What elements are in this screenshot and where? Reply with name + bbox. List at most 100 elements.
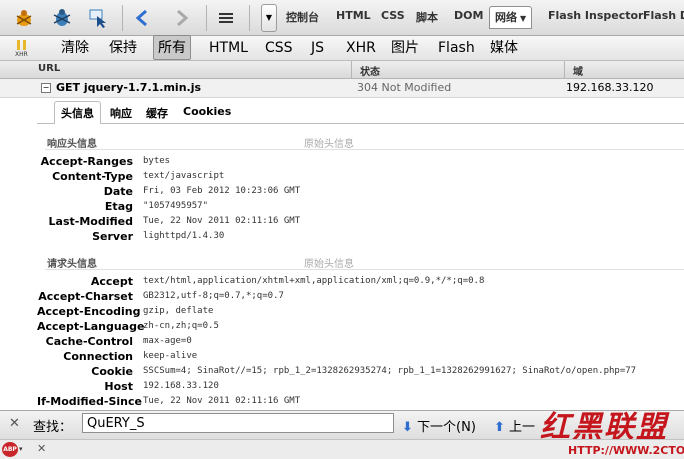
header-value: Tue, 22 Nov 2011 02:11:16 GMT — [143, 216, 301, 226]
header-name: Accept-Ranges — [40, 155, 133, 168]
watermark-url: HTTP://WWW.2CTO.COM — [568, 444, 684, 457]
tab-flash-inspector[interactable]: Flash Inspector — [548, 9, 643, 22]
section-divider — [45, 149, 684, 150]
persist-button[interactable]: 保持 — [109, 36, 137, 60]
tab-headers[interactable]: 头信息 — [54, 101, 101, 125]
firebug-icon[interactable] — [12, 6, 36, 30]
header-name: Host — [104, 380, 133, 393]
header-value: text/html,application/xhtml+xml,applicat… — [143, 276, 485, 286]
request-url: GET jquery-1.7.1.min.js — [56, 81, 202, 94]
header-value: zh-cn,zh;q=0.5 — [143, 321, 219, 331]
request-raw-headers-link[interactable]: 原始头信息 — [304, 255, 354, 270]
header-value: keep-alive — [143, 351, 198, 361]
bug-icon[interactable] — [50, 6, 74, 30]
tab-script[interactable]: 脚本 — [416, 9, 438, 25]
request-status: 304 Not Modified — [357, 81, 452, 94]
header-name: Etag — [104, 200, 133, 213]
request-detail-tabs: 头信息 响应 缓存 Cookies — [37, 101, 684, 125]
section-divider — [45, 269, 684, 270]
header-name: Accept-Charset — [38, 290, 133, 303]
net-filter-bar: XHR 清除 保持 所有 HTML CSS JS XHR 图片 Flash 媒体 — [0, 35, 684, 61]
header-value: 192.168.33.120 — [143, 381, 219, 391]
request-domain: 192.168.33.120 — [566, 81, 654, 94]
header-value: text/javascript — [143, 171, 225, 181]
header-name: Cookie — [91, 365, 133, 378]
filter-css[interactable]: CSS — [265, 36, 293, 60]
column-divider[interactable] — [564, 61, 565, 78]
adblock-icon[interactable]: ABP — [2, 442, 18, 457]
forward-arrow-icon[interactable] — [170, 6, 194, 30]
filter-flash[interactable]: Flash — [438, 36, 475, 60]
tab-response[interactable]: 响应 — [110, 105, 132, 121]
header-value: Fri, 03 Feb 2012 10:23:06 GMT — [143, 186, 301, 196]
tab-css[interactable]: CSS — [381, 9, 405, 22]
find-prev-button[interactable]: ⬆ 上一 — [494, 416, 535, 435]
svg-text:XHR: XHR — [15, 51, 28, 57]
find-next-button[interactable]: ⬇ 下一个(N) — [402, 416, 476, 435]
arrow-up-icon: ⬆ — [494, 420, 505, 435]
filter-media[interactable]: 媒体 — [490, 36, 518, 60]
tab-dom[interactable]: DOM — [454, 9, 483, 22]
tab-cookies[interactable]: Cookies — [183, 105, 231, 118]
filter-all[interactable]: 所有 — [153, 35, 191, 60]
header-name: Connection — [63, 350, 133, 363]
headers-panel: 响应头信息 原始头信息 Accept-Ranges bytes Content-Ty… — [37, 124, 684, 410]
dropdown-menu-button[interactable]: ▼ — [261, 4, 277, 32]
dropdown-arrow-icon[interactable]: ▾ — [19, 445, 23, 453]
find-prev-label: 上一 — [509, 420, 536, 435]
column-domain[interactable]: 域 — [573, 63, 583, 78]
back-arrow-icon[interactable] — [130, 6, 154, 30]
arrow-down-icon: ⬇ — [402, 420, 413, 435]
column-status[interactable]: 状态 — [360, 63, 380, 78]
header-value: bytes — [143, 156, 171, 166]
tab-net[interactable]: 网络 ▼ — [489, 6, 533, 29]
toolbar-divider — [206, 5, 207, 31]
inspect-icon[interactable] — [86, 6, 110, 30]
header-value: "1057495957" — [143, 201, 209, 211]
header-name: Accept — [90, 275, 133, 288]
column-divider[interactable] — [351, 61, 352, 78]
header-name: Cache-Control — [45, 335, 133, 348]
tab-console[interactable]: 控制台 — [286, 9, 319, 25]
header-value: max-age=0 — [143, 336, 192, 346]
header-name: Accept-Encoding — [37, 305, 141, 318]
tab-html[interactable]: HTML — [336, 9, 371, 22]
response-headers-title: 响应头信息 — [47, 139, 97, 150]
tab-net-label: 网络 — [495, 11, 517, 24]
close-icon[interactable]: ✕ — [37, 442, 46, 455]
header-value: lighttpd/1.4.30 — [143, 231, 225, 241]
header-value: SSCSum=4; SinaRot//=15; rpb_1_2=13282629… — [143, 366, 637, 376]
toolbar-divider — [122, 5, 123, 31]
request-row[interactable]: − GET jquery-1.7.1.min.js 304 Not Modifi… — [0, 79, 684, 98]
collapse-toggle-icon[interactable]: − — [41, 83, 51, 93]
header-name: Last-Modified — [48, 215, 133, 228]
column-url[interactable]: URL — [38, 63, 60, 74]
clear-button[interactable]: 清除 — [61, 36, 89, 60]
filter-images[interactable]: 图片 — [391, 36, 419, 60]
header-name: Server — [92, 230, 133, 243]
response-raw-headers-link[interactable]: 原始头信息 — [304, 135, 354, 150]
filter-xhr[interactable]: XHR — [346, 36, 376, 60]
status-bar: ABP ▾ ✕ HTTP://WWW.2CTO.COM — [0, 439, 684, 459]
header-name: If-Modified-Since — [37, 395, 142, 408]
header-name: Content-Type — [52, 170, 133, 183]
chevron-down-icon: ▼ — [520, 14, 527, 23]
net-column-header: URL 状态 域 — [0, 61, 684, 79]
firebug-toolbar: ▼ 控制台 HTML CSS 脚本 DOM 网络 ▼ Flash Inspecto… — [0, 0, 684, 36]
close-icon[interactable]: ✕ — [9, 416, 20, 431]
header-name: Date — [103, 185, 133, 198]
header-name: Accept-Language — [37, 320, 145, 333]
menu-lines-icon[interactable] — [214, 6, 238, 30]
tab-flash-de[interactable]: Flash De — [643, 9, 684, 22]
yslow-icon[interactable]: XHR — [14, 39, 32, 60]
find-input[interactable]: QuERY_S — [82, 413, 394, 433]
filter-js[interactable]: JS — [311, 36, 324, 60]
toolbar-divider — [249, 5, 250, 31]
filter-html[interactable]: HTML — [209, 36, 248, 60]
tab-cache[interactable]: 缓存 — [146, 105, 168, 121]
request-headers-title: 请求头信息 — [47, 259, 97, 270]
header-value: Tue, 22 Nov 2011 02:11:16 GMT — [143, 396, 301, 406]
find-next-label: 下一个(N) — [417, 420, 476, 435]
header-value: GB2312,utf-8;q=0.7,*;q=0.7 — [143, 291, 284, 301]
find-label: 查找： — [33, 420, 73, 435]
